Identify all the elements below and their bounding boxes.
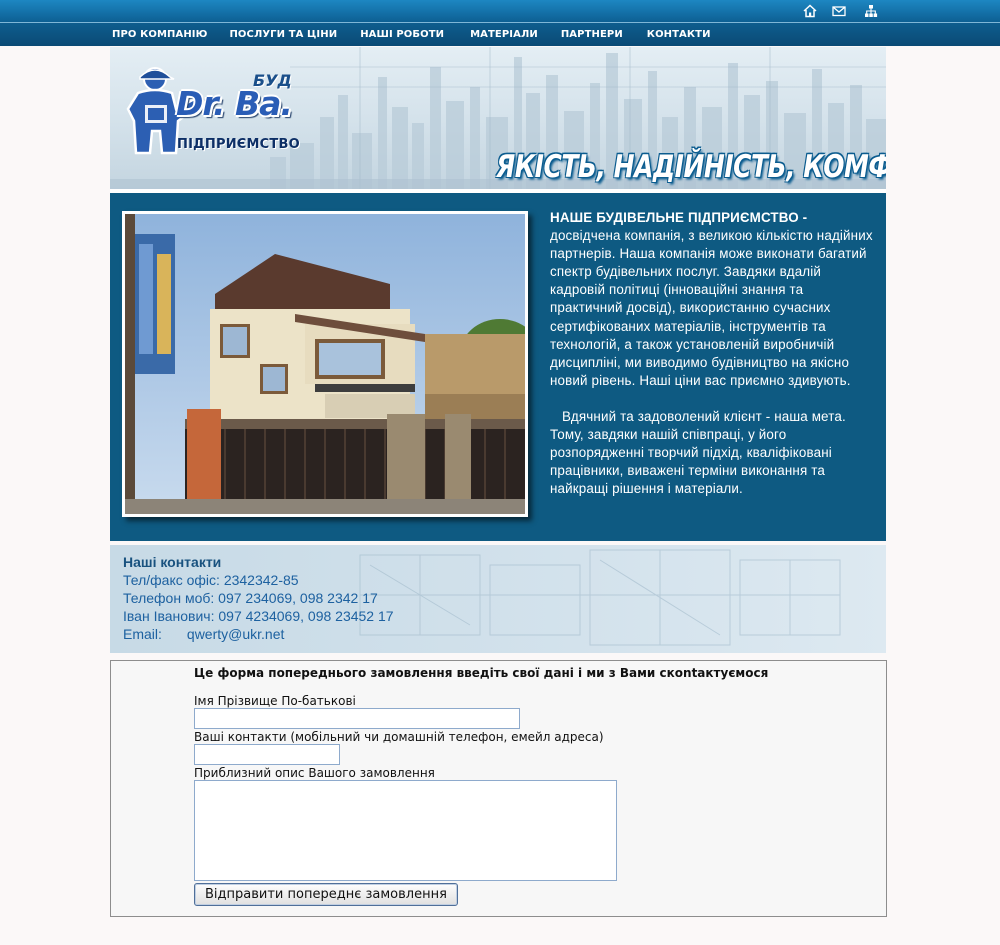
intro-paragraph-1: досвідчена компанія, з великою кількістю… <box>550 228 873 388</box>
header-slogan: ЯКІСТЬ, НАДІЙНІСТЬ, КОМФОРТ <box>496 148 886 185</box>
nav-item-materials[interactable]: МАТЕРІАЛИ <box>470 23 538 47</box>
house-photo-frame <box>122 211 528 517</box>
nav-item-services[interactable]: ПОСЛУГИ ТА ЦІНИ <box>229 23 337 47</box>
contact-person-phone: Іван Іванович: 097 4234069, 098 23452 17 <box>123 608 394 624</box>
main-nav: ПРО КОМПАНІЮ ПОСЛУГИ ТА ЦІНИ НАШІ РОБОТИ… <box>0 22 1000 46</box>
contacts-section: Наші контакти Тел/факс офіс: 2342342-85 … <box>110 545 886 653</box>
name-field-label: Імя Прізвище По-батькові <box>194 694 356 708</box>
contact-email-row: Email: qwerty@ukr.net <box>123 625 394 643</box>
name-field[interactable] <box>194 708 520 729</box>
contact-mobile-phone: Телефон моб: 097 234069, 098 2342 17 <box>123 590 378 606</box>
intro-text: НАШЕ БУДІВЕЛЬНЕ ПІДПРИЄМСТВО - досвідчен… <box>550 209 878 498</box>
home-icon[interactable] <box>803 4 817 18</box>
intro-lead: НАШЕ БУДІВЕЛЬНЕ ПІДПРИЄМСТВО - <box>550 210 808 225</box>
contact-office-phone: Тел/факс офіс: 2342342-85 <box>123 572 299 588</box>
top-bar <box>0 0 1000 22</box>
sitemap-icon[interactable] <box>864 4 878 18</box>
nav-item-partners[interactable]: ПАРТНЕРИ <box>561 23 623 47</box>
preorder-form: Це форма попереднього замовлення введіть… <box>110 660 887 917</box>
nav-item-about[interactable]: ПРО КОМПАНІЮ <box>112 23 207 47</box>
intro-paragraph-2: Вдячний та задоволений клієнт - наша мет… <box>550 408 846 497</box>
nav-item-works[interactable]: НАШІ РОБОТИ <box>360 23 444 47</box>
submit-preorder-button[interactable]: Відправити попереднє замовлення <box>194 883 458 906</box>
form-heading: Це форма попереднього замовлення введіть… <box>194 666 769 680</box>
logo-name-text: Dr. Ba. <box>176 84 293 123</box>
nav-item-contacts[interactable]: КОНТАКТИ <box>647 23 711 47</box>
description-textarea[interactable] <box>194 780 617 881</box>
description-field-label: Приблизний опис Вашого замовлення <box>194 766 435 780</box>
email-link[interactable]: qwerty@ukr.net <box>187 626 284 642</box>
email-label: Email: <box>123 626 162 642</box>
blueprint-background-image <box>359 549 841 646</box>
contacts-field-label: Ваші контакти (мобільний чи домашній тел… <box>194 730 604 744</box>
house-photo <box>125 214 525 514</box>
contacts-field[interactable] <box>194 744 340 765</box>
header-banner: БУД Dr. Ba. ПІДПРИЄМСТВО ЯКІСТЬ, НАДІЙНІ… <box>110 47 886 189</box>
mail-icon[interactable] <box>832 4 846 18</box>
logo-subtitle-text: ПІДПРИЄМСТВО <box>177 137 300 152</box>
contacts-title: Наші контакти <box>123 554 222 570</box>
intro-section: НАШЕ БУДІВЕЛЬНЕ ПІДПРИЄМСТВО - досвідчен… <box>110 193 886 541</box>
